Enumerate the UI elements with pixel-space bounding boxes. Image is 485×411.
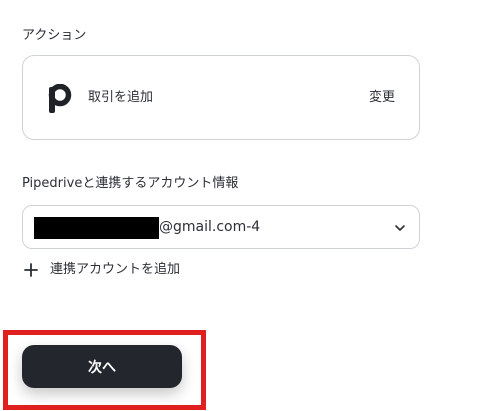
plus-icon (24, 263, 38, 277)
chevron-down-icon[interactable] (393, 221, 407, 235)
selected-account-value: @gmail.com-4 (159, 219, 261, 235)
next-button[interactable]: 次へ (22, 345, 182, 388)
change-action-link[interactable]: 変更 (369, 90, 395, 106)
pipedrive-logo-icon (48, 84, 72, 113)
add-account-label: 連携アカウントを追加 (50, 262, 181, 277)
add-account-link[interactable]: 連携アカウントを追加 (24, 260, 180, 280)
redacted-email-block (34, 217, 159, 239)
action-name: 取引を追加 (88, 90, 154, 105)
action-section-label: アクション (22, 28, 87, 43)
account-section-label: Pipedriveと連携するアカウント情報 (22, 176, 239, 191)
account-select[interactable]: @gmail.com-4 (22, 205, 420, 249)
action-card: 取引を追加 変更 (22, 55, 420, 140)
